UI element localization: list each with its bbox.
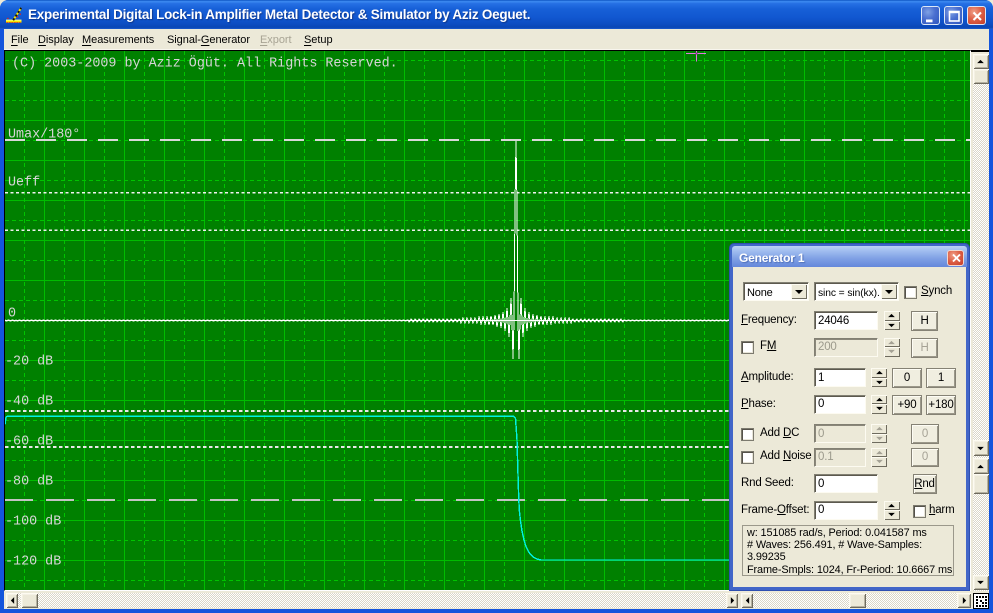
svg-text:Umax/180°: Umax/180° bbox=[8, 128, 80, 143]
svg-text:-40 dB: -40 dB bbox=[5, 395, 53, 410]
svg-text:(C) 2003-2009 by Aziz Ögüt. Al: (C) 2003-2009 by Aziz Ögüt. All Rights R… bbox=[12, 57, 398, 72]
svg-text:Ueff: Ueff bbox=[8, 176, 40, 191]
svg-text:-20 dB: -20 dB bbox=[5, 355, 53, 370]
svg-text:-80 dB: -80 dB bbox=[5, 475, 53, 490]
svg-text:-100 dB: -100 dB bbox=[5, 515, 61, 530]
svg-text:-120 dB: -120 dB bbox=[5, 555, 61, 570]
svg-text:0: 0 bbox=[8, 307, 16, 322]
svg-text:-60 dB: -60 dB bbox=[5, 435, 53, 450]
